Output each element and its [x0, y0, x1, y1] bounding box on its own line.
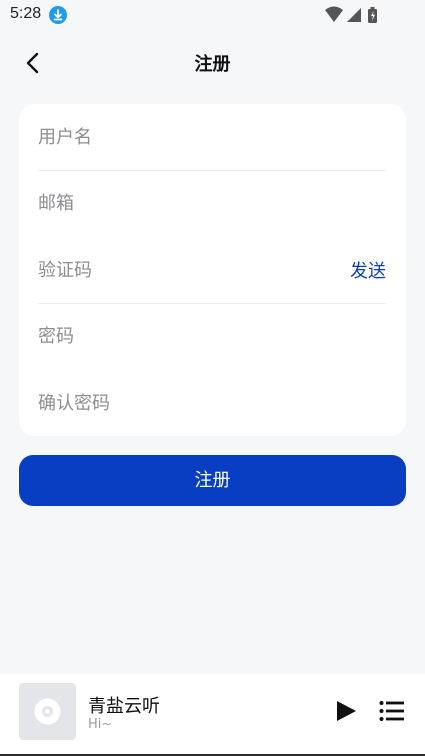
battery-icon: [368, 7, 377, 23]
play-button[interactable]: [333, 698, 359, 724]
wifi-icon: [325, 6, 343, 22]
confirm-password-input[interactable]: [38, 370, 328, 436]
register-form: 发送: [19, 104, 406, 436]
send-code-button[interactable]: 发送: [350, 257, 386, 283]
album-disc-icon: [34, 698, 61, 725]
album-cover[interactable]: [19, 683, 76, 740]
email-input[interactable]: [38, 170, 328, 236]
password-row: [38, 303, 386, 369]
track-title: 青盐云听: [88, 696, 160, 717]
playlist-button[interactable]: [379, 700, 405, 722]
mini-player[interactable]: 青盐云听 Hi~: [0, 674, 425, 756]
status-bar: 5:28: [0, 0, 425, 30]
signal-icon: [347, 8, 361, 22]
password-input[interactable]: [38, 303, 328, 369]
page-title: 注册: [194, 54, 231, 75]
track-subtitle: Hi~: [88, 717, 113, 732]
play-icon: [337, 701, 356, 721]
register-button[interactable]: 注册: [19, 455, 406, 506]
confirm-password-row: [38, 370, 386, 436]
username-row: [38, 104, 386, 171]
header: 注册: [0, 36, 425, 88]
code-row: 发送: [38, 237, 386, 304]
status-time: 5:28: [10, 5, 42, 22]
email-row: [38, 170, 386, 236]
username-input[interactable]: [38, 104, 328, 170]
status-icons: [325, 6, 395, 23]
verification-code-input[interactable]: [38, 237, 328, 303]
playlist-icon: [379, 701, 404, 721]
download-icon: [49, 6, 67, 24]
